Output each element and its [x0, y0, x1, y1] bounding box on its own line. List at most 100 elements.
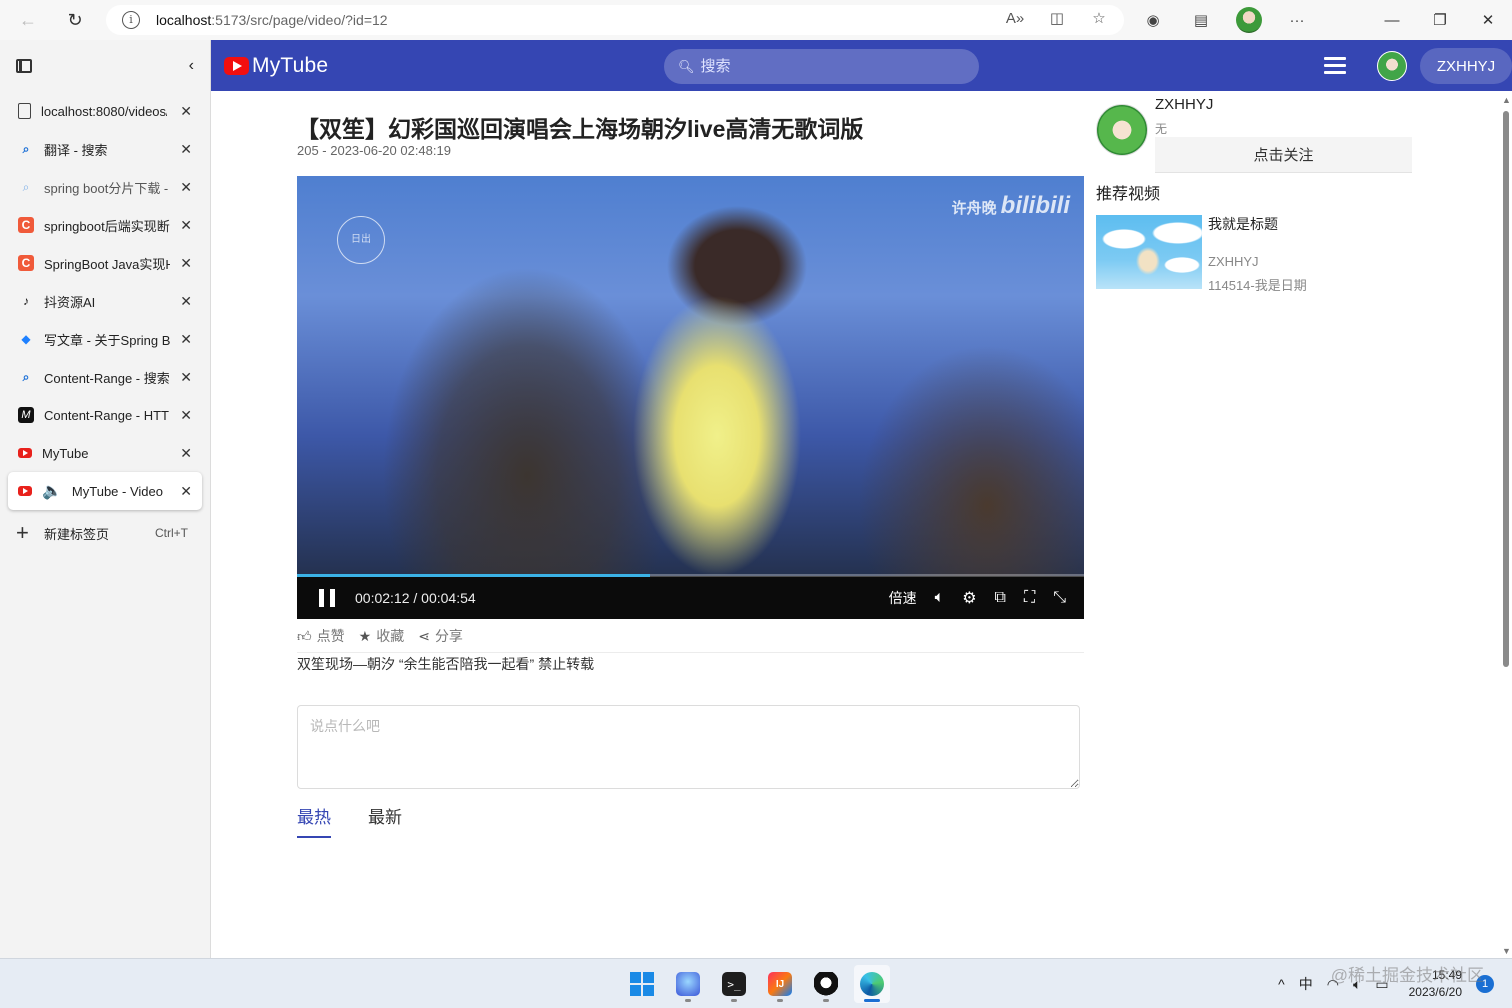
scrollbar-thumb[interactable] — [1503, 111, 1509, 667]
close-tab-icon[interactable]: ✕ — [180, 407, 192, 424]
back-button[interactable]: ← — [8, 0, 48, 40]
speaker-icon[interactable]: 🔈 — [42, 481, 62, 501]
close-tab-icon[interactable]: ✕ — [180, 483, 192, 500]
tab-item[interactable]: ⌕ Content-Range - 搜索 ✕ — [0, 358, 210, 396]
address-bar[interactable]: i localhost:5173/src/page/video/?id=12 A… — [106, 5, 1124, 35]
edge-browser-icon — [860, 972, 884, 996]
search-input[interactable] — [700, 58, 961, 75]
site-info-icon[interactable]: i — [122, 11, 140, 29]
more-menu-icon[interactable]: ··· — [1284, 7, 1310, 33]
tiktok-icon: ♪ — [23, 294, 29, 308]
recommend-video-title[interactable]: 我就是标题 — [1208, 214, 1278, 234]
close-tab-icon[interactable]: ✕ — [180, 217, 192, 234]
start-button[interactable] — [624, 965, 660, 1003]
taskbar-app[interactable] — [808, 965, 844, 1003]
like-button[interactable]: 👍︎ 点赞 — [297, 626, 345, 646]
close-tab-icon[interactable]: ✕ — [180, 445, 192, 462]
collapse-tabs-icon[interactable]: ‹ — [189, 57, 194, 75]
share-icon: ⋖ — [418, 628, 430, 644]
windows-logo-icon — [630, 972, 654, 996]
close-tab-icon[interactable]: ✕ — [180, 103, 192, 120]
video-title: 【双笙】幻彩国巡回演唱会上海场朝汐live高清无歌词版 — [296, 116, 864, 142]
tab-item[interactable]: localhost:8080/videos/c ✕ — [0, 92, 210, 130]
mytube-icon — [18, 448, 32, 458]
author-avatar[interactable] — [1096, 104, 1148, 156]
hamburger-menu-icon[interactable] — [1324, 57, 1346, 74]
taskbar-app[interactable]: >_ — [716, 965, 752, 1003]
extension-icon[interactable]: ◉ — [1140, 7, 1166, 33]
video-frame[interactable] — [297, 176, 1084, 576]
maximize-button[interactable]: ❐ — [1416, 0, 1464, 40]
close-tab-icon[interactable]: ✕ — [180, 293, 192, 310]
scroll-down-icon[interactable]: ▼ — [1502, 946, 1511, 956]
comment-input[interactable] — [297, 705, 1080, 789]
share-button[interactable]: ⋖ 分享 — [418, 626, 463, 646]
tab-item[interactable]: ⌕ spring boot分片下载 - ✕ — [0, 168, 210, 206]
profile-avatar[interactable] — [1236, 7, 1262, 33]
close-tab-icon[interactable]: ✕ — [180, 179, 192, 196]
intellij-idea-icon: IJ — [768, 972, 792, 996]
tab-item[interactable]: ♪ 抖资源AI ✕ — [0, 282, 210, 320]
close-tab-icon[interactable]: ✕ — [180, 369, 192, 386]
close-window-button[interactable]: ✕ — [1464, 0, 1512, 40]
favorite-star-icon[interactable]: ☆ — [1088, 9, 1110, 27]
tab-item[interactable]: C SpringBoot Java实现Ht ✕ — [0, 244, 210, 282]
show-hidden-icons-chevron-icon[interactable]: ^ — [1278, 976, 1285, 992]
user-button[interactable]: ZXHHYJ — [1420, 48, 1512, 84]
author-name[interactable]: ZXHHYJ — [1155, 96, 1213, 113]
input-method-indicator[interactable]: 中 — [1299, 974, 1313, 994]
video-player[interactable]: 日出 许舟晚 bilibili 00:02:12 / 00:04:54 倍速 🔈︎… — [297, 176, 1084, 619]
edge-preview-icon — [676, 972, 700, 996]
search-icon: ⌕ — [22, 141, 30, 156]
picture-in-picture-icon[interactable]: ⧉ — [995, 589, 1006, 607]
speed-button[interactable]: 倍速 — [889, 588, 917, 608]
video-actions: 👍︎ 点赞 ★ 收藏 ⋖ 分享 — [297, 626, 463, 646]
favorite-button[interactable]: ★ 收藏 — [359, 626, 405, 646]
avatar[interactable] — [1377, 51, 1407, 81]
tab-latest[interactable]: 最新 — [368, 803, 402, 838]
tab-item[interactable]: M Content-Range - HTTP ✕ — [0, 396, 210, 434]
page-scrollbar[interactable]: ▲ ▼ — [1500, 91, 1512, 958]
qq-penguin-icon — [814, 972, 838, 996]
tab-item[interactable]: ⌕ 翻译 - 搜索 ✕ — [0, 130, 210, 168]
tab-item[interactable]: MyTube ✕ — [0, 434, 210, 472]
taskbar-app[interactable]: IJ — [762, 965, 798, 1003]
player-controls: 00:02:12 / 00:04:54 倍速 🔈︎ ⚙︎ ⧉ ⛶ ⤡ — [297, 577, 1084, 619]
pause-icon[interactable] — [319, 589, 335, 607]
scroll-up-icon[interactable]: ▲ — [1502, 95, 1511, 105]
search-icon: ⌕ — [22, 179, 30, 194]
mytube-icon — [18, 486, 32, 496]
minimize-button[interactable]: — — [1368, 0, 1416, 40]
settings-gear-icon[interactable]: ⚙︎ — [962, 588, 976, 608]
web-fullscreen-icon[interactable]: ⛶ — [1024, 589, 1035, 607]
follow-button[interactable]: 点击关注 — [1155, 137, 1412, 173]
split-screen-icon[interactable]: ◫ — [1046, 9, 1068, 27]
tab-hot[interactable]: 最热 — [297, 803, 331, 838]
recommend-heading: 推荐视频 — [1096, 186, 1161, 203]
taskbar-app[interactable] — [670, 965, 706, 1003]
tab-item[interactable]: ◆ 写文章 - 关于Spring Bo ✕ — [0, 320, 210, 358]
recommend-thumbnail[interactable] — [1096, 215, 1202, 289]
fullscreen-icon[interactable]: ⤡ — [1053, 589, 1066, 607]
web-page: MyTube 🔍︎ ZXHHYJ 【双笙】幻彩国巡回演唱会上海场朝汐live高清… — [211, 40, 1512, 958]
refresh-button[interactable]: ↻ — [55, 0, 95, 40]
new-tab-button[interactable]: + 新建标签页 Ctrl+T — [0, 514, 210, 552]
video-watermark: 许舟晚 bilibili — [951, 192, 1070, 219]
tab-item[interactable]: C springboot后端实现断点 ✕ — [0, 206, 210, 244]
author-bio: 无 — [1155, 122, 1168, 136]
tab-item-active[interactable]: 🔈 MyTube - Video ✕ — [8, 472, 202, 510]
csdn-icon: C — [18, 217, 34, 233]
read-aloud-icon[interactable]: A» — [1004, 10, 1026, 27]
logo[interactable]: MyTube — [224, 54, 328, 78]
close-tab-icon[interactable]: ✕ — [180, 331, 192, 348]
app-header: MyTube 🔍︎ ZXHHYJ — [211, 40, 1512, 91]
tab-actions-icon[interactable] — [16, 59, 32, 73]
url-text[interactable]: localhost:5173/src/page/video/?id=12 — [156, 12, 388, 28]
close-tab-icon[interactable]: ✕ — [180, 141, 192, 158]
close-tab-icon[interactable]: ✕ — [180, 255, 192, 272]
juejin-icon: ◆ — [21, 332, 31, 346]
volume-icon[interactable]: 🔈︎ — [935, 589, 945, 607]
search-box[interactable]: 🔍︎ — [664, 49, 979, 84]
taskbar-app-active[interactable] — [854, 965, 890, 1003]
collections-icon[interactable]: ▤ — [1188, 7, 1214, 33]
